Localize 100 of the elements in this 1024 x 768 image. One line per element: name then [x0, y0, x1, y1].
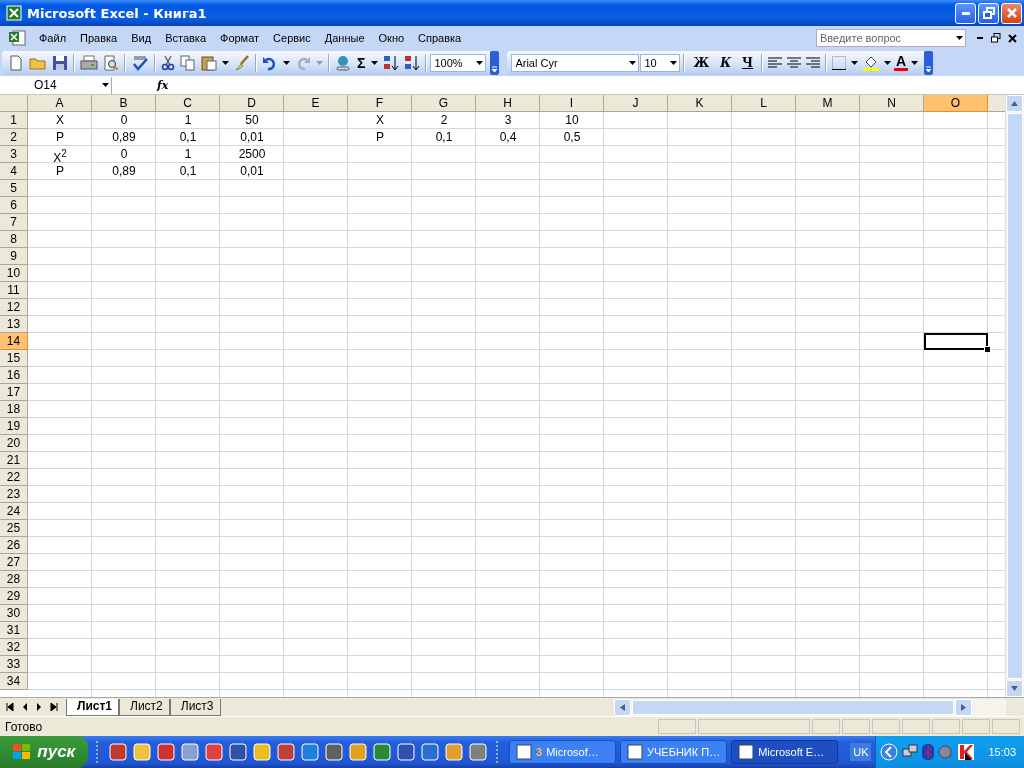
row-header[interactable]: 20	[0, 435, 28, 452]
quick-launch-icon[interactable]	[421, 743, 440, 761]
sheet-tab[interactable]: Лист3	[169, 698, 221, 716]
restore-workbook-button[interactable]	[988, 30, 1004, 46]
column-header[interactable]: O	[924, 95, 988, 112]
previous-sheet-icon[interactable]	[22, 703, 28, 711]
column-header[interactable]: A	[28, 95, 92, 112]
minimize-button[interactable]	[955, 2, 976, 24]
row-header[interactable]: 15	[0, 350, 28, 367]
dropdown-arrow-icon[interactable]	[102, 83, 109, 87]
bluetooth-icon[interactable]	[922, 744, 935, 760]
column-header[interactable]: B	[92, 95, 156, 112]
save-icon[interactable]	[52, 55, 68, 71]
scroll-right-button[interactable]	[955, 698, 972, 716]
active-cell[interactable]	[924, 333, 988, 350]
restore-button[interactable]	[978, 2, 999, 24]
row-header[interactable]: 32	[0, 639, 28, 656]
quick-launch-icon[interactable]	[469, 743, 488, 761]
borders-icon[interactable]	[832, 56, 847, 70]
row-header[interactable]: 29	[0, 588, 28, 605]
horizontal-scrollbar[interactable]	[614, 698, 1006, 716]
zoom-field[interactable]: 100%	[430, 54, 487, 72]
column-header[interactable]: J	[604, 95, 668, 112]
row-header[interactable]: 19	[0, 418, 28, 435]
dropdown-arrow-icon[interactable]	[371, 61, 379, 65]
toolbar-options-icon[interactable]	[490, 51, 500, 75]
quick-launch-icon[interactable]	[109, 743, 128, 761]
language-indicator[interactable]: UK	[850, 743, 872, 761]
menu-item[interactable]: Правка	[73, 30, 125, 46]
row-header[interactable]: 4	[0, 163, 28, 180]
row-header[interactable]: 11	[0, 282, 28, 299]
align-right-icon[interactable]	[806, 57, 821, 69]
column-header[interactable]: D	[220, 95, 284, 112]
toolbar-options-icon[interactable]	[924, 51, 934, 75]
paste-icon[interactable]	[201, 55, 217, 71]
quick-launch-icon[interactable]	[349, 743, 368, 761]
paintbrush-icon[interactable]	[234, 55, 250, 71]
row-header[interactable]: 5	[0, 180, 28, 197]
row-header[interactable]: 8	[0, 231, 28, 248]
row-header[interactable]: 18	[0, 401, 28, 418]
column-header[interactable]: E	[284, 95, 348, 112]
row-header[interactable]: 6	[0, 197, 28, 214]
quick-launch-icon[interactable]	[181, 743, 200, 761]
row-header[interactable]: 24	[0, 503, 28, 520]
row-header[interactable]: 33	[0, 656, 28, 673]
sort-ascending-icon[interactable]	[383, 55, 400, 71]
folder-icon[interactable]	[29, 55, 47, 71]
font-field[interactable]: Arial Cyr	[511, 54, 640, 72]
row-header[interactable]: 14	[0, 333, 28, 350]
taskbar-button[interactable]: УЧЕБНИК П…	[620, 740, 728, 764]
row-header[interactable]: 34	[0, 673, 28, 690]
print-preview-icon[interactable]	[103, 55, 119, 71]
row-header[interactable]: 13	[0, 316, 28, 333]
start-button[interactable]: пуск	[0, 736, 88, 768]
dropdown-arrow-icon[interactable]	[884, 61, 892, 65]
scroll-thumb[interactable]	[632, 699, 954, 715]
menu-item[interactable]: Вид	[124, 30, 159, 46]
vertical-scrollbar[interactable]	[1005, 95, 1024, 697]
spelling-check-icon[interactable]	[131, 55, 149, 71]
sort-descending-icon[interactable]	[404, 55, 421, 71]
dropdown-arrow-icon[interactable]	[911, 61, 919, 65]
column-header[interactable]: G	[412, 95, 476, 112]
row-header[interactable]: 12	[0, 299, 28, 316]
column-header[interactable]: F	[348, 95, 412, 112]
row-header[interactable]: 30	[0, 605, 28, 622]
dropdown-arrow-icon[interactable]	[851, 61, 859, 65]
name-box[interactable]: O14	[0, 76, 112, 94]
bold-button[interactable]: Ж	[688, 56, 715, 70]
globe-link-icon[interactable]	[335, 55, 351, 71]
scissors-icon[interactable]	[161, 55, 175, 71]
dropdown-arrow-icon[interactable]	[670, 61, 678, 65]
new-document-icon[interactable]	[8, 55, 24, 71]
column-header[interactable]: K	[668, 95, 732, 112]
menu-item[interactable]: Окно	[371, 30, 412, 46]
underline-button[interactable]: Ч	[737, 56, 759, 70]
print-icon[interactable]	[80, 55, 98, 71]
row-header[interactable]: 31	[0, 622, 28, 639]
k-shield-icon[interactable]	[958, 744, 975, 760]
align-center-icon[interactable]	[787, 57, 802, 69]
row-header[interactable]: 21	[0, 452, 28, 469]
row-header[interactable]: 17	[0, 384, 28, 401]
sheet-tab[interactable]: Лист1	[66, 698, 120, 716]
close-button[interactable]	[1001, 2, 1022, 24]
font-size-field[interactable]: 10	[640, 54, 681, 72]
quick-launch-icon[interactable]	[253, 743, 272, 761]
quick-launch-icon[interactable]	[157, 743, 176, 761]
align-left-icon[interactable]	[768, 57, 783, 69]
row-header[interactable]: 16	[0, 367, 28, 384]
menu-item[interactable]: Вставка	[158, 30, 213, 46]
row-header[interactable]: 1	[0, 112, 28, 129]
row-header[interactable]: 26	[0, 537, 28, 554]
column-header[interactable]: M	[796, 95, 860, 112]
quick-launch-icon[interactable]	[277, 743, 296, 761]
taskbar-button[interactable]: Microsoft E…	[731, 740, 839, 764]
dropdown-arrow-icon[interactable]	[283, 61, 290, 65]
quick-launch-icon[interactable]	[373, 743, 392, 761]
row-header[interactable]: 23	[0, 486, 28, 503]
scroll-thumb[interactable]	[1007, 113, 1023, 679]
row-header[interactable]: 27	[0, 554, 28, 571]
row-header[interactable]: 3	[0, 146, 28, 163]
